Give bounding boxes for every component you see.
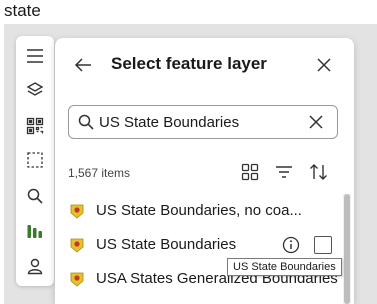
scrollbar-thumb[interactable]: [344, 194, 350, 304]
window-title: state: [4, 1, 41, 20]
clear-search-button[interactable]: [305, 111, 327, 133]
search-box: [68, 105, 338, 139]
back-button[interactable]: [71, 53, 95, 77]
close-button[interactable]: [312, 53, 336, 77]
info-icon: [282, 236, 300, 254]
filter-icon: [276, 166, 292, 178]
list-item-label: US State Boundaries: [96, 236, 237, 253]
search-icon: [78, 114, 94, 130]
select-checkbox[interactable]: [314, 236, 332, 254]
close-icon: [317, 58, 331, 72]
qr-code-icon[interactable]: [23, 114, 47, 138]
close-icon: [309, 115, 323, 129]
panel-title: Select feature layer: [111, 54, 267, 73]
list-item-label: US State Boundaries, no coa...: [96, 202, 302, 219]
select-region-icon[interactable]: [23, 148, 47, 172]
arrow-left-icon: [74, 58, 91, 72]
menu-icon[interactable]: [23, 44, 47, 68]
feature-layer-icon: [70, 272, 84, 287]
profile-icon[interactable]: [23, 254, 47, 278]
search-icon[interactable]: [23, 184, 47, 208]
feature-layer-icon: [70, 238, 84, 253]
grid-icon: [241, 163, 259, 181]
analysis-icon[interactable]: [23, 219, 47, 243]
scrollbar[interactable]: [343, 194, 351, 304]
list-item[interactable]: US State Boundaries: [55, 230, 343, 260]
info-button[interactable]: [281, 235, 301, 255]
item-count: 1,567 items: [68, 166, 131, 180]
left-toolbar: [16, 36, 54, 286]
grid-view-button[interactable]: [238, 160, 262, 184]
layers-icon[interactable]: [23, 78, 47, 102]
sort-icon: [310, 164, 327, 180]
feature-layer-icon: [70, 204, 84, 219]
filter-button[interactable]: [272, 160, 296, 184]
sort-button[interactable]: [307, 160, 331, 184]
list-item[interactable]: US State Boundaries, no coa...: [55, 196, 343, 226]
search-input[interactable]: [99, 110, 299, 134]
tooltip: US State Boundaries: [227, 258, 342, 276]
